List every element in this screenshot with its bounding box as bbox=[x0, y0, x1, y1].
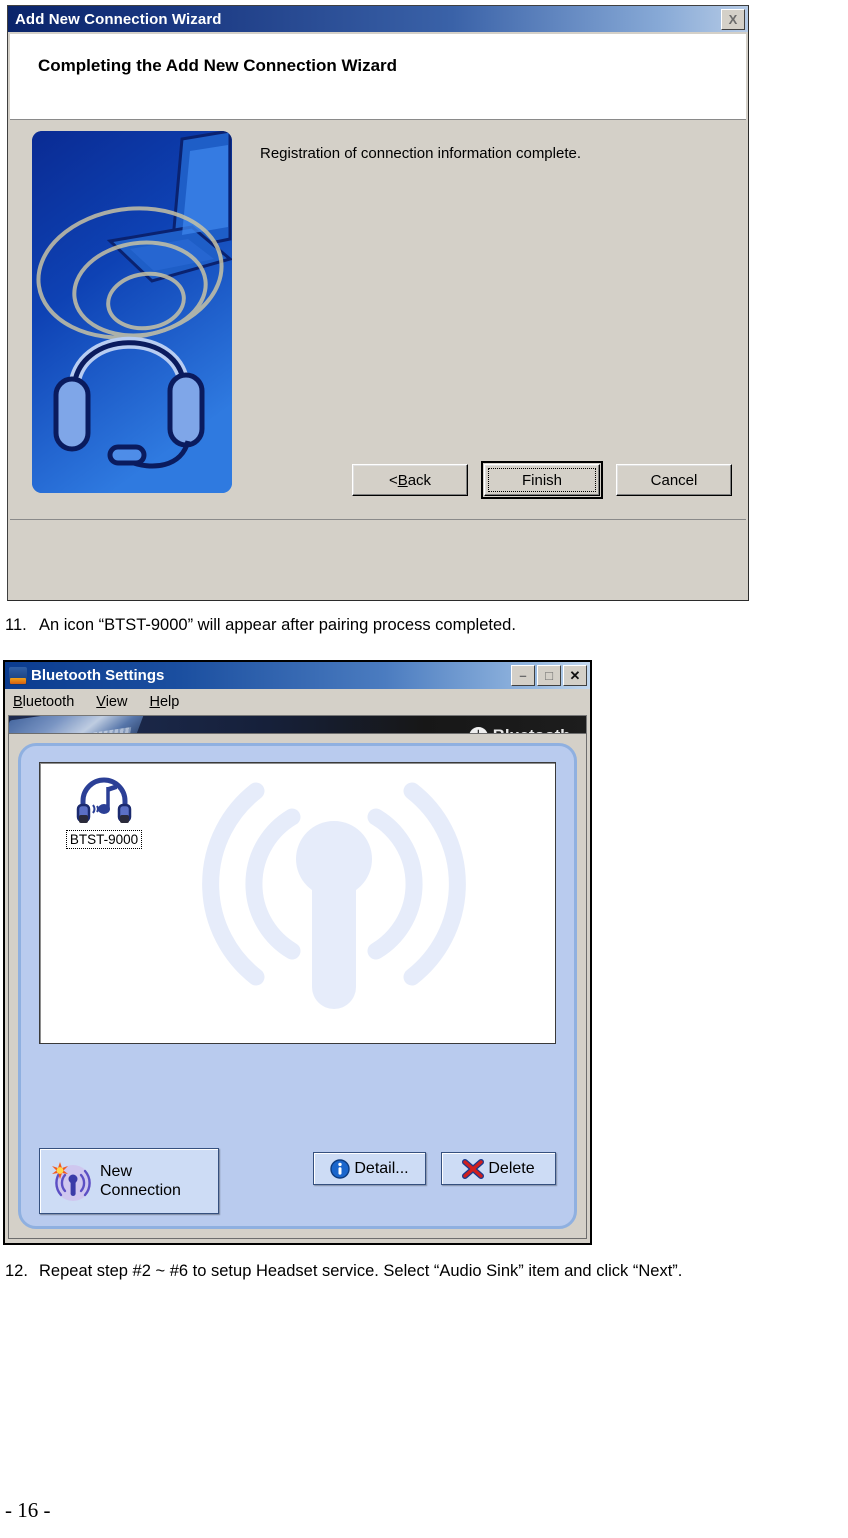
wizard-button-row: < Back Finish Cancel bbox=[10, 441, 746, 519]
menu-bluetooth-label: luetooth bbox=[22, 693, 75, 710]
close-icon: ✕ bbox=[569, 668, 581, 683]
finish-button[interactable]: Finish bbox=[481, 461, 603, 499]
antenna-watermark-icon bbox=[201, 782, 466, 1009]
new-connection-button[interactable]: New Connection bbox=[39, 1148, 219, 1214]
cancel-button-label: Cancel bbox=[650, 471, 698, 489]
wizard-close-button[interactable]: X bbox=[721, 8, 745, 30]
focus-rectangle bbox=[488, 468, 596, 492]
bluetooth-settings-menubar: Bluetooth View Help bbox=[5, 689, 590, 714]
wizard-body: Registration of connection information c… bbox=[10, 123, 746, 520]
menu-item-view[interactable]: View bbox=[96, 694, 127, 710]
cancel-button[interactable]: Cancel bbox=[616, 464, 732, 496]
step-11-number: 11. bbox=[5, 616, 27, 634]
menu-view-label: iew bbox=[105, 693, 128, 710]
step-11: 11. An icon “BTST-9000” will appear afte… bbox=[5, 616, 516, 635]
minimize-icon: – bbox=[519, 668, 527, 683]
device-item-btst-9000[interactable]: BTST-9000 bbox=[56, 775, 152, 849]
info-icon bbox=[330, 1158, 351, 1179]
wizard-header: Completing the Add New Connection Wizard bbox=[10, 34, 746, 120]
headset-laptop-illustration bbox=[32, 131, 232, 493]
step-12: 12. Repeat step #2 ~ #6 to setup Headset… bbox=[5, 1262, 682, 1281]
page-number: - 16 - bbox=[5, 1498, 51, 1522]
step-12-text: Repeat step #2 ~ #6 to setup Headset ser… bbox=[39, 1262, 683, 1280]
wizard-art-svg bbox=[32, 131, 232, 493]
back-button-label-rest: ack bbox=[407, 471, 432, 489]
bluetooth-app-icon bbox=[9, 666, 27, 685]
step-11-text: An icon “BTST-9000” will appear after pa… bbox=[39, 616, 516, 634]
step-12-number: 12. bbox=[5, 1262, 28, 1280]
maximize-icon: □ bbox=[545, 668, 553, 683]
device-list[interactable]: BTST-9000 bbox=[39, 762, 556, 1044]
bluetooth-settings-window: Bluetooth Settings – □ ✕ Bluetooth View … bbox=[3, 660, 592, 1245]
back-button-label: < bbox=[388, 471, 398, 489]
menu-view-accelerator: V bbox=[96, 693, 106, 710]
bluetooth-content-area: BTST-9000 New Connection Detail... Delet… bbox=[8, 733, 587, 1239]
minimize-button[interactable]: – bbox=[511, 665, 535, 686]
close-icon: X bbox=[728, 11, 738, 27]
menu-item-help[interactable]: Help bbox=[149, 694, 179, 710]
detail-button-label: Detail... bbox=[354, 1159, 409, 1177]
menu-bluetooth-accelerator: B bbox=[13, 693, 23, 710]
maximize-button[interactable]: □ bbox=[537, 665, 561, 686]
detail-button[interactable]: Detail... bbox=[313, 1152, 426, 1185]
new-connection-label-line1: New bbox=[100, 1163, 133, 1180]
new-connection-label-line2: Connection bbox=[100, 1182, 181, 1199]
panel-button-row: New Connection Detail... Delete bbox=[39, 1146, 556, 1214]
wizard-heading: Completing the Add New Connection Wizard bbox=[38, 56, 398, 75]
back-button[interactable]: < Back bbox=[352, 464, 468, 496]
headset-music-icon bbox=[76, 777, 132, 823]
bluetooth-settings-title: Bluetooth Settings bbox=[31, 667, 165, 684]
menu-item-bluetooth[interactable]: Bluetooth bbox=[13, 694, 74, 710]
bluetooth-rounded-panel: BTST-9000 New Connection Detail... Delet… bbox=[18, 743, 577, 1229]
back-button-accelerator: B bbox=[397, 471, 408, 489]
add-new-connection-wizard-dialog: Add New Connection Wizard X Completing t… bbox=[7, 5, 749, 601]
new-connection-icon bbox=[52, 1162, 91, 1201]
wizard-body-text: Registration of connection information c… bbox=[260, 145, 582, 162]
menu-help-accelerator: H bbox=[149, 693, 160, 710]
bluetooth-settings-titlebar: Bluetooth Settings – □ ✕ bbox=[5, 662, 590, 689]
wizard-titlebar: Add New Connection Wizard X bbox=[8, 6, 748, 32]
delete-button[interactable]: Delete bbox=[441, 1152, 556, 1185]
delete-x-icon bbox=[462, 1158, 485, 1179]
close-button[interactable]: ✕ bbox=[563, 665, 587, 686]
delete-button-label: Delete bbox=[488, 1159, 535, 1177]
wizard-title: Add New Connection Wizard bbox=[15, 10, 222, 28]
menu-help-label: elp bbox=[159, 693, 180, 710]
new-connection-label: New Connection bbox=[100, 1162, 181, 1200]
device-label: BTST-9000 bbox=[65, 830, 143, 849]
